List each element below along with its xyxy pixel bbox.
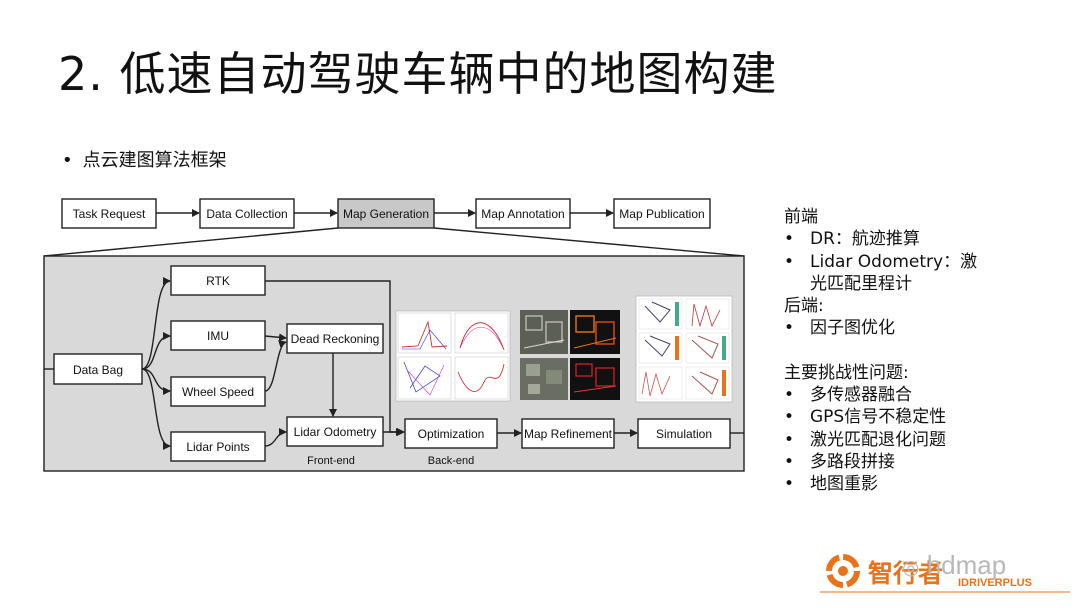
simulation-plots-thumbnail: [635, 295, 733, 403]
backend-item-factor-graph: 因子图优化: [784, 317, 994, 339]
data-bag-label: Data Bag: [73, 363, 123, 377]
lidar-points-label: Lidar Points: [186, 440, 249, 454]
challenge-item-fusion: 多传感器融合: [784, 384, 994, 406]
wheel-speed-label: Wheel Speed: [182, 385, 254, 399]
wechat-icon: ◎: [902, 557, 920, 579]
frontend-item-dr: DR：航迹推算: [784, 228, 994, 250]
pipeline-diagram: Task Request Data Collection Map Generat…: [43, 198, 745, 472]
notes-spacer: [784, 340, 994, 362]
back-end-caption: Back-end: [428, 455, 474, 467]
watermark-text: hdmap: [926, 550, 1007, 580]
task-request-label: Task Request: [73, 207, 146, 221]
backend-heading: 后端:: [784, 296, 824, 317]
challenge-item-ghosting: 地图重影: [784, 473, 994, 495]
frontend-heading: 前端: [784, 207, 818, 227]
zoom-line-left: [43, 227, 339, 257]
map-publication-label: Map Publication: [619, 207, 704, 221]
front-end-caption: Front-end: [307, 455, 355, 467]
challenge-item-stitching: 多路段拼接: [784, 451, 994, 473]
challenge-item-degeneration: 激光匹配退化问题: [784, 429, 994, 451]
dead-reckoning-label: Dead Reckoning: [291, 332, 380, 346]
logo-emblem-icon: [826, 554, 860, 588]
imu-label: IMU: [207, 329, 229, 343]
challenge-item-gps: GPS信号不稳定性: [784, 406, 994, 428]
rtk-label: RTK: [206, 274, 230, 288]
challenges-heading: 主要挑战性问题:: [784, 362, 909, 383]
notes-panel: 前端 DR：航迹推算 Lidar Odometry：激光匹配里程计 后端: 因子…: [784, 206, 994, 496]
simulation-label: Simulation: [656, 427, 712, 441]
watermark: ◎ hdmap: [902, 550, 1006, 581]
zoom-line-right: [433, 227, 745, 257]
frontend-item-lidar-odometry: Lidar Odometry：激光匹配里程计: [784, 251, 994, 296]
map-annotation-label: Map Annotation: [481, 207, 564, 221]
optimization-label: Optimization: [418, 427, 485, 441]
data-collection-label: Data Collection: [206, 207, 287, 221]
optimization-plots-thumbnail: [395, 310, 511, 402]
lidar-odometry-label: Lidar Odometry: [294, 425, 377, 439]
map-refinement-label: Map Refinement: [524, 427, 613, 441]
map-generation-label: Map Generation: [343, 207, 429, 221]
